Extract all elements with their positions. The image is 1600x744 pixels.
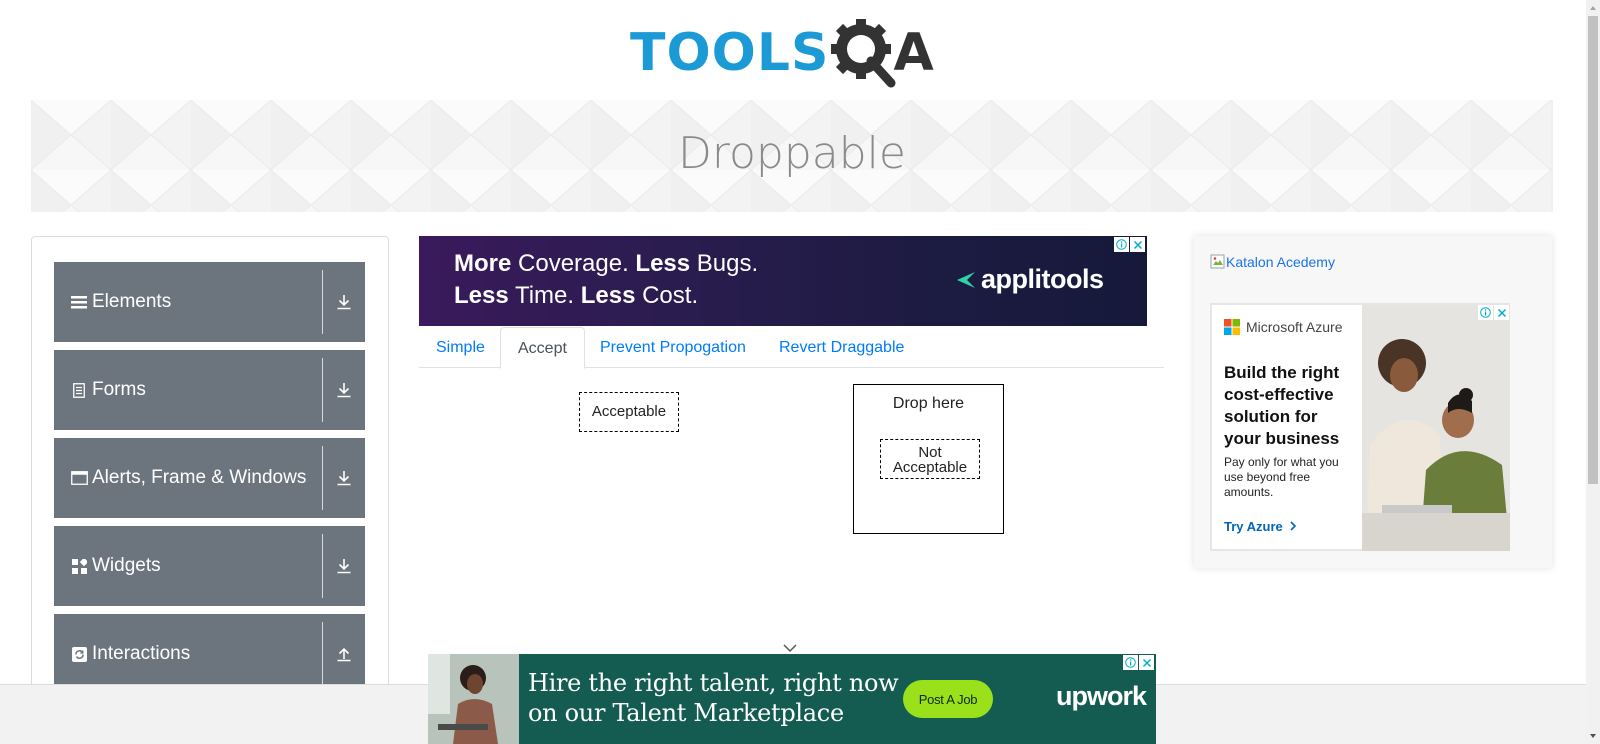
azure-brand-text: Microsoft Azure [1246, 319, 1343, 335]
ad-info-icon[interactable] [1114, 237, 1129, 252]
tab-revert-draggable[interactable]: Revert Draggable [762, 327, 921, 368]
microsoft-icon [1224, 319, 1240, 335]
ad-headline-2: Less Time. Less Cost. [454, 282, 699, 309]
katalon-academy-image[interactable]: Katalon Acedemy [1210, 254, 1335, 270]
try-azure-link[interactable]: Try Azure [1224, 519, 1297, 534]
list-icon [70, 293, 88, 311]
sidebar-group-label: Widgets [92, 555, 161, 576]
broken-image-icon [1210, 254, 1225, 269]
droppable-tabs: Simple Accept Prevent Propogation Revert… [419, 327, 1164, 369]
upwork-ad-headline: Hire the right talent, right now on our … [528, 669, 899, 727]
sidebar-group-elements[interactable]: Elements [54, 262, 365, 342]
ad-close-icon[interactable] [1130, 237, 1145, 252]
upwork-ad-photo [428, 654, 519, 744]
ad-close-icon[interactable] [1139, 655, 1154, 670]
acceptable-draggable[interactable]: Acceptable [579, 392, 679, 432]
widgets-icon [70, 557, 88, 575]
tab-prevent-propogation[interactable]: Prevent Propogation [583, 327, 763, 368]
window-icon [70, 469, 88, 487]
download-arrow-icon[interactable] [323, 262, 365, 342]
not-acceptable-draggable[interactable]: Not Acceptable [880, 439, 980, 479]
download-arrow-icon[interactable] [323, 350, 365, 430]
sidebar-group-interactions[interactable]: Interactions [54, 614, 365, 694]
azure-ad[interactable]: Microsoft Azure Build the right cost-eff… [1210, 303, 1510, 551]
sidebar-group-forms[interactable]: Forms [54, 350, 365, 430]
scroll-up-icon[interactable] [1586, 1, 1600, 15]
sidebar-group-label: Alerts, Frame & Windows [92, 467, 307, 488]
ad-info-icon[interactable] [1123, 655, 1138, 670]
tab-accept[interactable]: Accept [500, 327, 585, 369]
ad-headline-1: More Coverage. Less Bugs. [454, 250, 759, 277]
toolsqa-logo[interactable]: TOOLS A [630, 14, 960, 92]
chevron-right-icon [1290, 521, 1297, 531]
page-banner: Droppable [31, 100, 1553, 212]
tab-simple[interactable]: Simple [419, 327, 502, 368]
upload-arrow-icon[interactable] [323, 614, 365, 694]
azure-ad-photo [1362, 305, 1510, 551]
sidebar: Elements Forms Alerts, Frame & Windows W… [31, 236, 389, 696]
broken-image-alt-text: Katalon Acedemy [1226, 254, 1335, 270]
microsoft-azure-logo: Microsoft Azure [1224, 319, 1342, 335]
upwork-logo: upwork [1056, 681, 1147, 711]
logo-letter: A [893, 23, 934, 83]
upwork-ad[interactable]: Hire the right talent, right now on our … [428, 654, 1156, 744]
sidebar-group-alerts[interactable]: Alerts, Frame & Windows [54, 438, 365, 518]
scroll-down-icon[interactable] [1586, 729, 1600, 743]
download-arrow-icon[interactable] [323, 526, 365, 606]
download-arrow-icon[interactable] [323, 438, 365, 518]
scrollbar-thumb[interactable] [1588, 16, 1598, 484]
applitools-ad[interactable]: More Coverage. Less Bugs. Less Time. Les… [419, 236, 1147, 326]
sidebar-group-widgets[interactable]: Widgets [54, 526, 365, 606]
ad-close-icon[interactable] [1494, 305, 1509, 320]
azure-subtext: Pay only for what you use beyond free am… [1224, 455, 1339, 499]
gear-magnifier-icon [831, 17, 899, 89]
sidebar-group-label: Forms [92, 379, 146, 400]
applitools-logo: applitools [955, 264, 1104, 295]
sidebar-group-label: Elements [92, 291, 172, 312]
refresh-icon [70, 645, 88, 663]
document-icon [70, 381, 88, 399]
right-ad-panel: Katalon Acedemy Microsoft Azure Build th… [1194, 236, 1552, 568]
azure-headline: Build the right cost-effective solution … [1224, 363, 1340, 448]
sidebar-group-label: Interactions [92, 643, 191, 664]
page-title: Droppable [678, 128, 906, 179]
applitools-brand-text: applitools [981, 264, 1104, 294]
drop-target-label: Drop here [892, 395, 965, 412]
logo-text: TOOLS [630, 23, 830, 83]
ad-info-icon[interactable] [1478, 305, 1493, 320]
post-a-job-button[interactable]: Post A Job [903, 680, 993, 718]
page-scrollbar[interactable] [1586, 0, 1600, 744]
applitools-mark-icon [957, 271, 975, 288]
